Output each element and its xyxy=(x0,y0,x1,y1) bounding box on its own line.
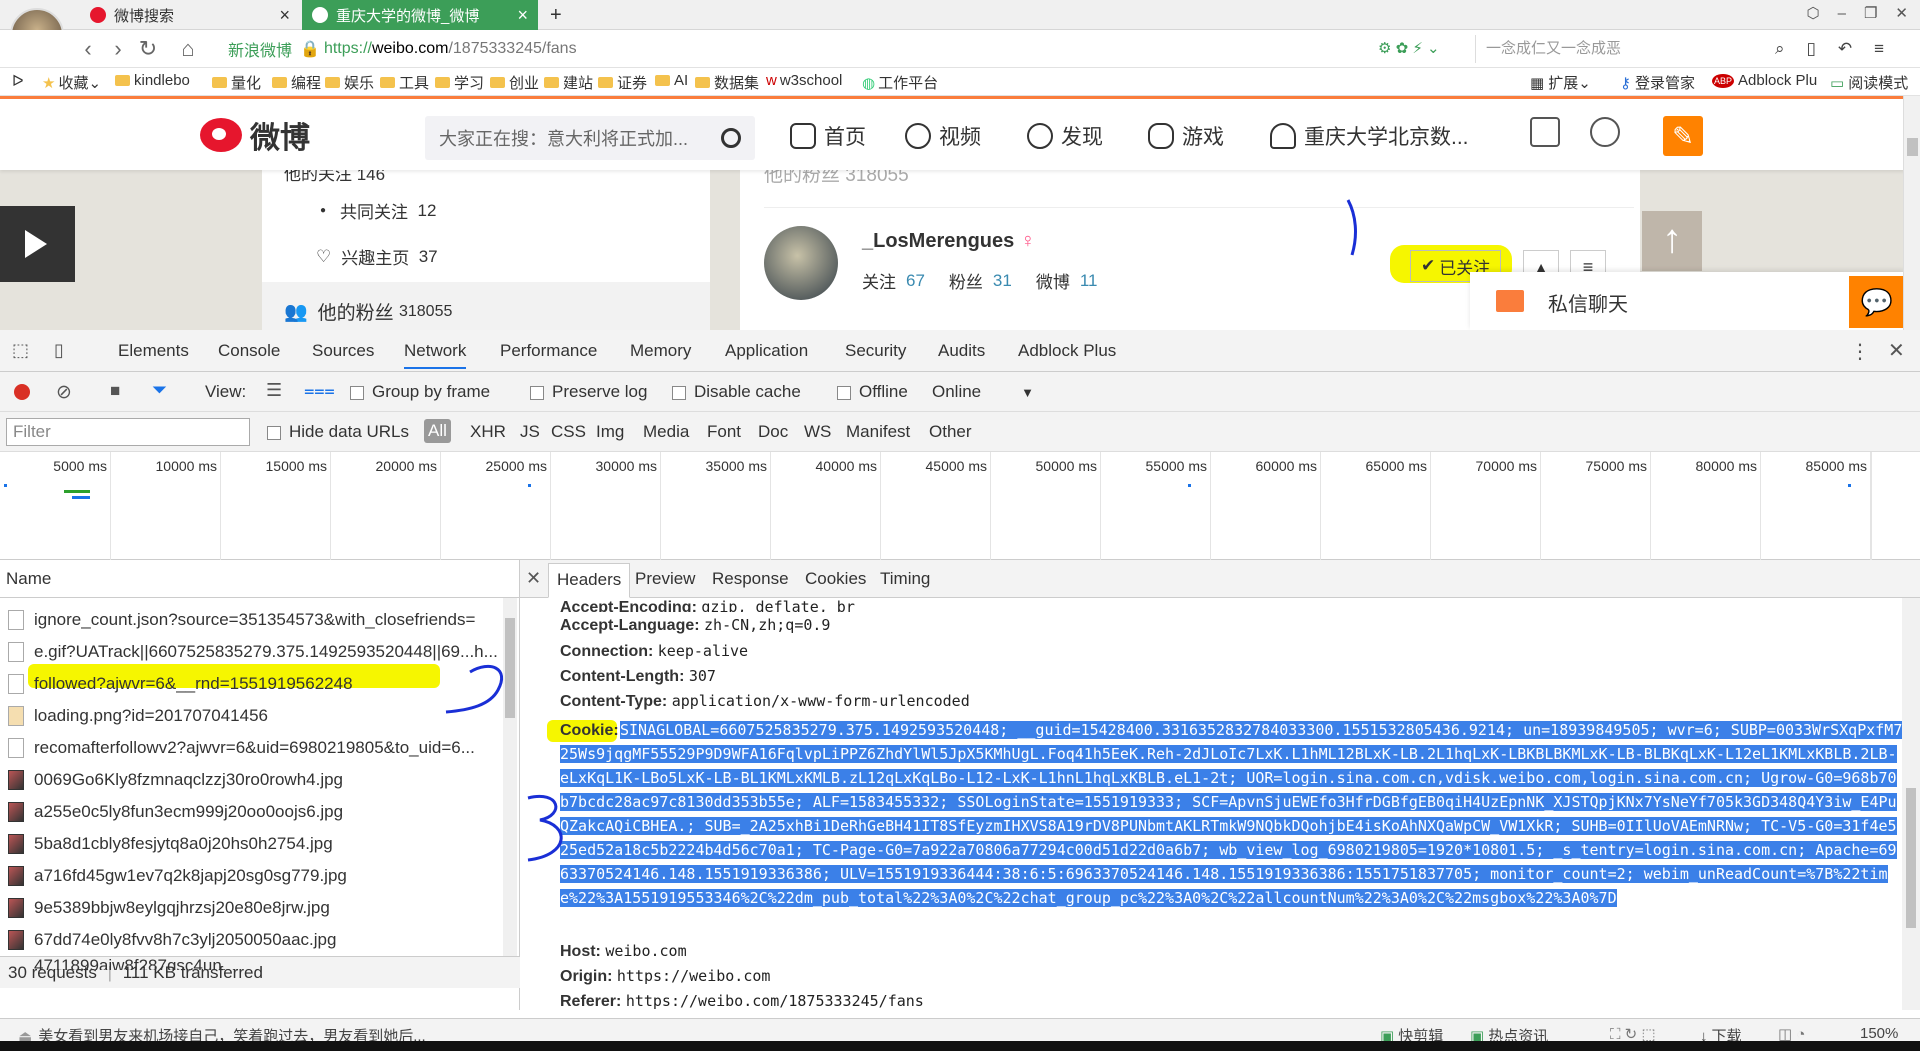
cookie-header-name: Cookie: xyxy=(560,722,619,739)
pen-annotations xyxy=(445,199,1357,862)
zoom-level[interactable]: 150% xyxy=(1860,1025,1898,1042)
